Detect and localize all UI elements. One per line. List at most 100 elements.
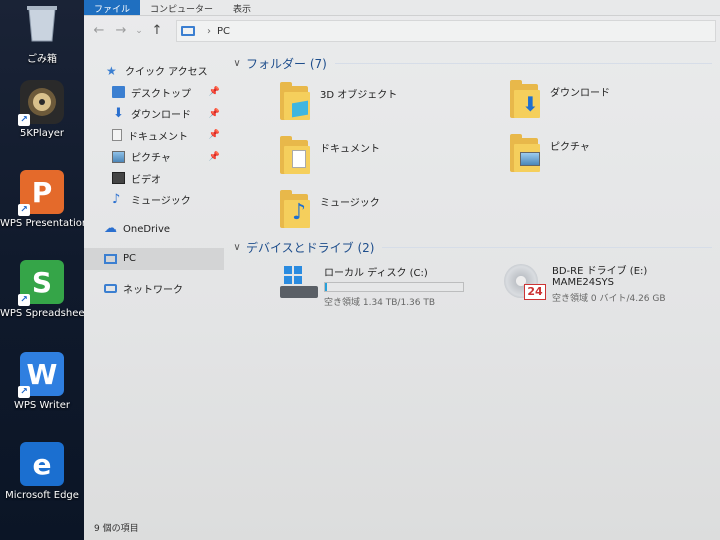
folder-3d-icon (280, 82, 318, 122)
pin-icon[interactable]: 📌 (209, 130, 220, 140)
tab-view[interactable]: 表示 (223, 0, 261, 15)
picture-icon (112, 150, 125, 163)
section-divider (382, 246, 712, 248)
drive-free-space: 空き領域 1.34 TB/1.36 TB (324, 298, 436, 308)
wps-presentation-icon: P ↗ (18, 170, 64, 216)
folder-documents[interactable]: ドキュメント (280, 136, 380, 176)
drive-usage-bar (324, 282, 464, 292)
nav-quick-access[interactable]: ★ クイック アクセス (84, 60, 224, 82)
drive-usage-fill (325, 283, 328, 291)
section-title: フォルダー (7) (246, 56, 327, 71)
windows-drive-icon (278, 264, 320, 300)
nav-label: ミュージック (131, 196, 191, 208)
desktop-icon-label: WPS Presentation (0, 218, 84, 229)
tab-computer[interactable]: コンピューター (140, 0, 223, 15)
nav-label: OneDrive (123, 223, 171, 235)
tile-glyph: e (32, 447, 52, 481)
folder-downloads[interactable]: ⬇ ダウンロード (510, 80, 610, 120)
section-title: デバイスとドライブ (2) (246, 240, 375, 255)
nav-item-documents[interactable]: ドキュメント 📌 (84, 125, 224, 147)
desktop-icon-wps-spreadsheets[interactable]: S ↗ WPS Spreadsheets (0, 260, 84, 319)
folder-name: ダウンロード (550, 88, 610, 99)
nav-item-videos[interactable]: ビデオ (84, 168, 224, 190)
nav-item-downloads[interactable]: ⬇ ダウンロード 📌 (84, 103, 224, 125)
desktop-icon-recycle-bin[interactable]: ごみ箱 (0, 2, 84, 65)
desktop-icon-label: WPS Spreadsheets (0, 308, 84, 319)
desktop-icon-wps-writer[interactable]: W ↗ WPS Writer (0, 352, 84, 411)
navigation-pane: ★ クイック アクセス デスクトップ 📌 ⬇ ダウンロード 📌 ドキュメント 📌… (84, 60, 224, 520)
download-arrow-icon: ⬇ (113, 105, 124, 121)
chevron-down-icon: ∨ (233, 241, 241, 253)
desktop-folder-icon (112, 86, 125, 99)
nav-network[interactable]: ネットワーク (84, 278, 224, 300)
music-note-icon: ♪ (112, 191, 121, 207)
shortcut-arrow-icon: ↗ (18, 114, 30, 126)
nav-label: クイック アクセス (125, 67, 208, 79)
forward-arrow-icon[interactable]: → (112, 22, 130, 40)
nav-pc[interactable]: PC (84, 248, 224, 270)
desktop-icon-label: Microsoft Edge (5, 490, 79, 501)
desktop-icon-label: 5KPlayer (19, 128, 65, 139)
drive-c[interactable]: ローカル ディスク (C:) 空き領域 1.34 TB/1.36 TB (278, 264, 464, 308)
drive-e[interactable]: 24 BD-RE ドライブ (E:) MAME24SYS 空き領域 0 バイト/… (502, 262, 666, 304)
nav-item-pictures[interactable]: ピクチャ 📌 (84, 146, 224, 168)
folder-name: ドキュメント (320, 144, 380, 155)
star-icon: ★ (106, 63, 117, 78)
nav-label: ネットワーク (123, 284, 183, 296)
up-arrow-icon[interactable]: ↑ (148, 22, 166, 40)
desktop-icon-edge[interactable]: e Microsoft Edge (0, 442, 84, 501)
pin-icon[interactable]: 📌 (209, 87, 220, 97)
folder-picture-icon (510, 134, 548, 174)
pc-icon (104, 253, 117, 264)
section-divider (334, 62, 712, 64)
drive-name: BD-RE ドライブ (E:) (552, 266, 648, 277)
edge-icon: e (20, 442, 64, 486)
address-bar[interactable]: › PC (176, 20, 716, 42)
desktop-icon-label: ごみ箱 (27, 54, 57, 65)
folder-music[interactable]: ♪ ミュージック (280, 190, 380, 230)
tile-glyph: W (26, 357, 58, 391)
wps-spreadsheets-icon: S ↗ (18, 260, 64, 306)
recycle-bin-icon (20, 2, 64, 46)
folder-document-icon (280, 136, 318, 176)
folder-music-icon: ♪ (280, 190, 318, 230)
tile-glyph: P (31, 175, 53, 209)
wps-writer-icon: W ↗ (18, 352, 64, 398)
5kplayer-icon: ↗ (18, 80, 64, 126)
nav-label: ビデオ (131, 174, 161, 186)
folders-section-header[interactable]: ∨ フォルダー (7) (230, 52, 720, 74)
nav-item-desktop[interactable]: デスクトップ 📌 (84, 82, 224, 104)
shortcut-arrow-icon: ↗ (18, 294, 30, 306)
history-chevron-icon[interactable]: ⌄ (134, 22, 144, 40)
tile-glyph: S (31, 265, 53, 299)
content-pane: ∨ フォルダー (7) 3D オブジェクト ⬇ ダウンロード ドキュメント ピク… (230, 52, 720, 512)
breadcrumb-pc[interactable]: PC (217, 26, 230, 37)
nav-label: ダウンロード (131, 110, 191, 122)
nav-onedrive[interactable]: ☁ OneDrive (84, 219, 224, 241)
pin-icon[interactable]: 📌 (209, 109, 220, 119)
nav-label: ドキュメント (128, 131, 188, 143)
chevron-down-icon: ∨ (233, 57, 241, 69)
folder-download-icon: ⬇ (510, 80, 548, 120)
drive-name: ローカル ディスク (C:) (324, 268, 428, 279)
nav-label: ピクチャ (131, 153, 171, 165)
drive-free-space: 空き領域 0 バイト/4.26 GB (552, 294, 666, 304)
nav-item-music[interactable]: ♪ ミュージック (84, 189, 224, 211)
nav-label: デスクトップ (131, 88, 191, 100)
devices-section-header[interactable]: ∨ デバイスとドライブ (2) (230, 236, 720, 258)
ribbon-tabs: ファイル コンピューター 表示 (84, 0, 720, 16)
folder-3d-objects[interactable]: 3D オブジェクト (280, 82, 397, 122)
shortcut-arrow-icon: ↗ (18, 204, 30, 216)
desktop-icon-5kplayer[interactable]: ↗ 5KPlayer (0, 80, 84, 139)
address-row: ← → ⌄ ↑ › PC (84, 16, 720, 46)
tab-file[interactable]: ファイル (84, 0, 141, 15)
pin-icon[interactable]: 📌 (209, 152, 220, 162)
back-arrow-icon[interactable]: ← (90, 22, 108, 40)
desktop-icon-wps-presentation[interactable]: P ↗ WPS Presentation (0, 170, 84, 229)
desktop-strip: ごみ箱 ↗ 5KPlayer P ↗ WPS Presentation S ↗ … (0, 0, 84, 540)
status-bar-item-count: 9 個の項目 (94, 524, 139, 534)
explorer-window: ファイル コンピューター 表示 ← → ⌄ ↑ › PC ★ クイック アクセス… (84, 0, 720, 540)
nav-label: PC (123, 253, 137, 265)
folder-name: 3D オブジェクト (320, 90, 398, 101)
folder-pictures[interactable]: ピクチャ (510, 134, 590, 174)
